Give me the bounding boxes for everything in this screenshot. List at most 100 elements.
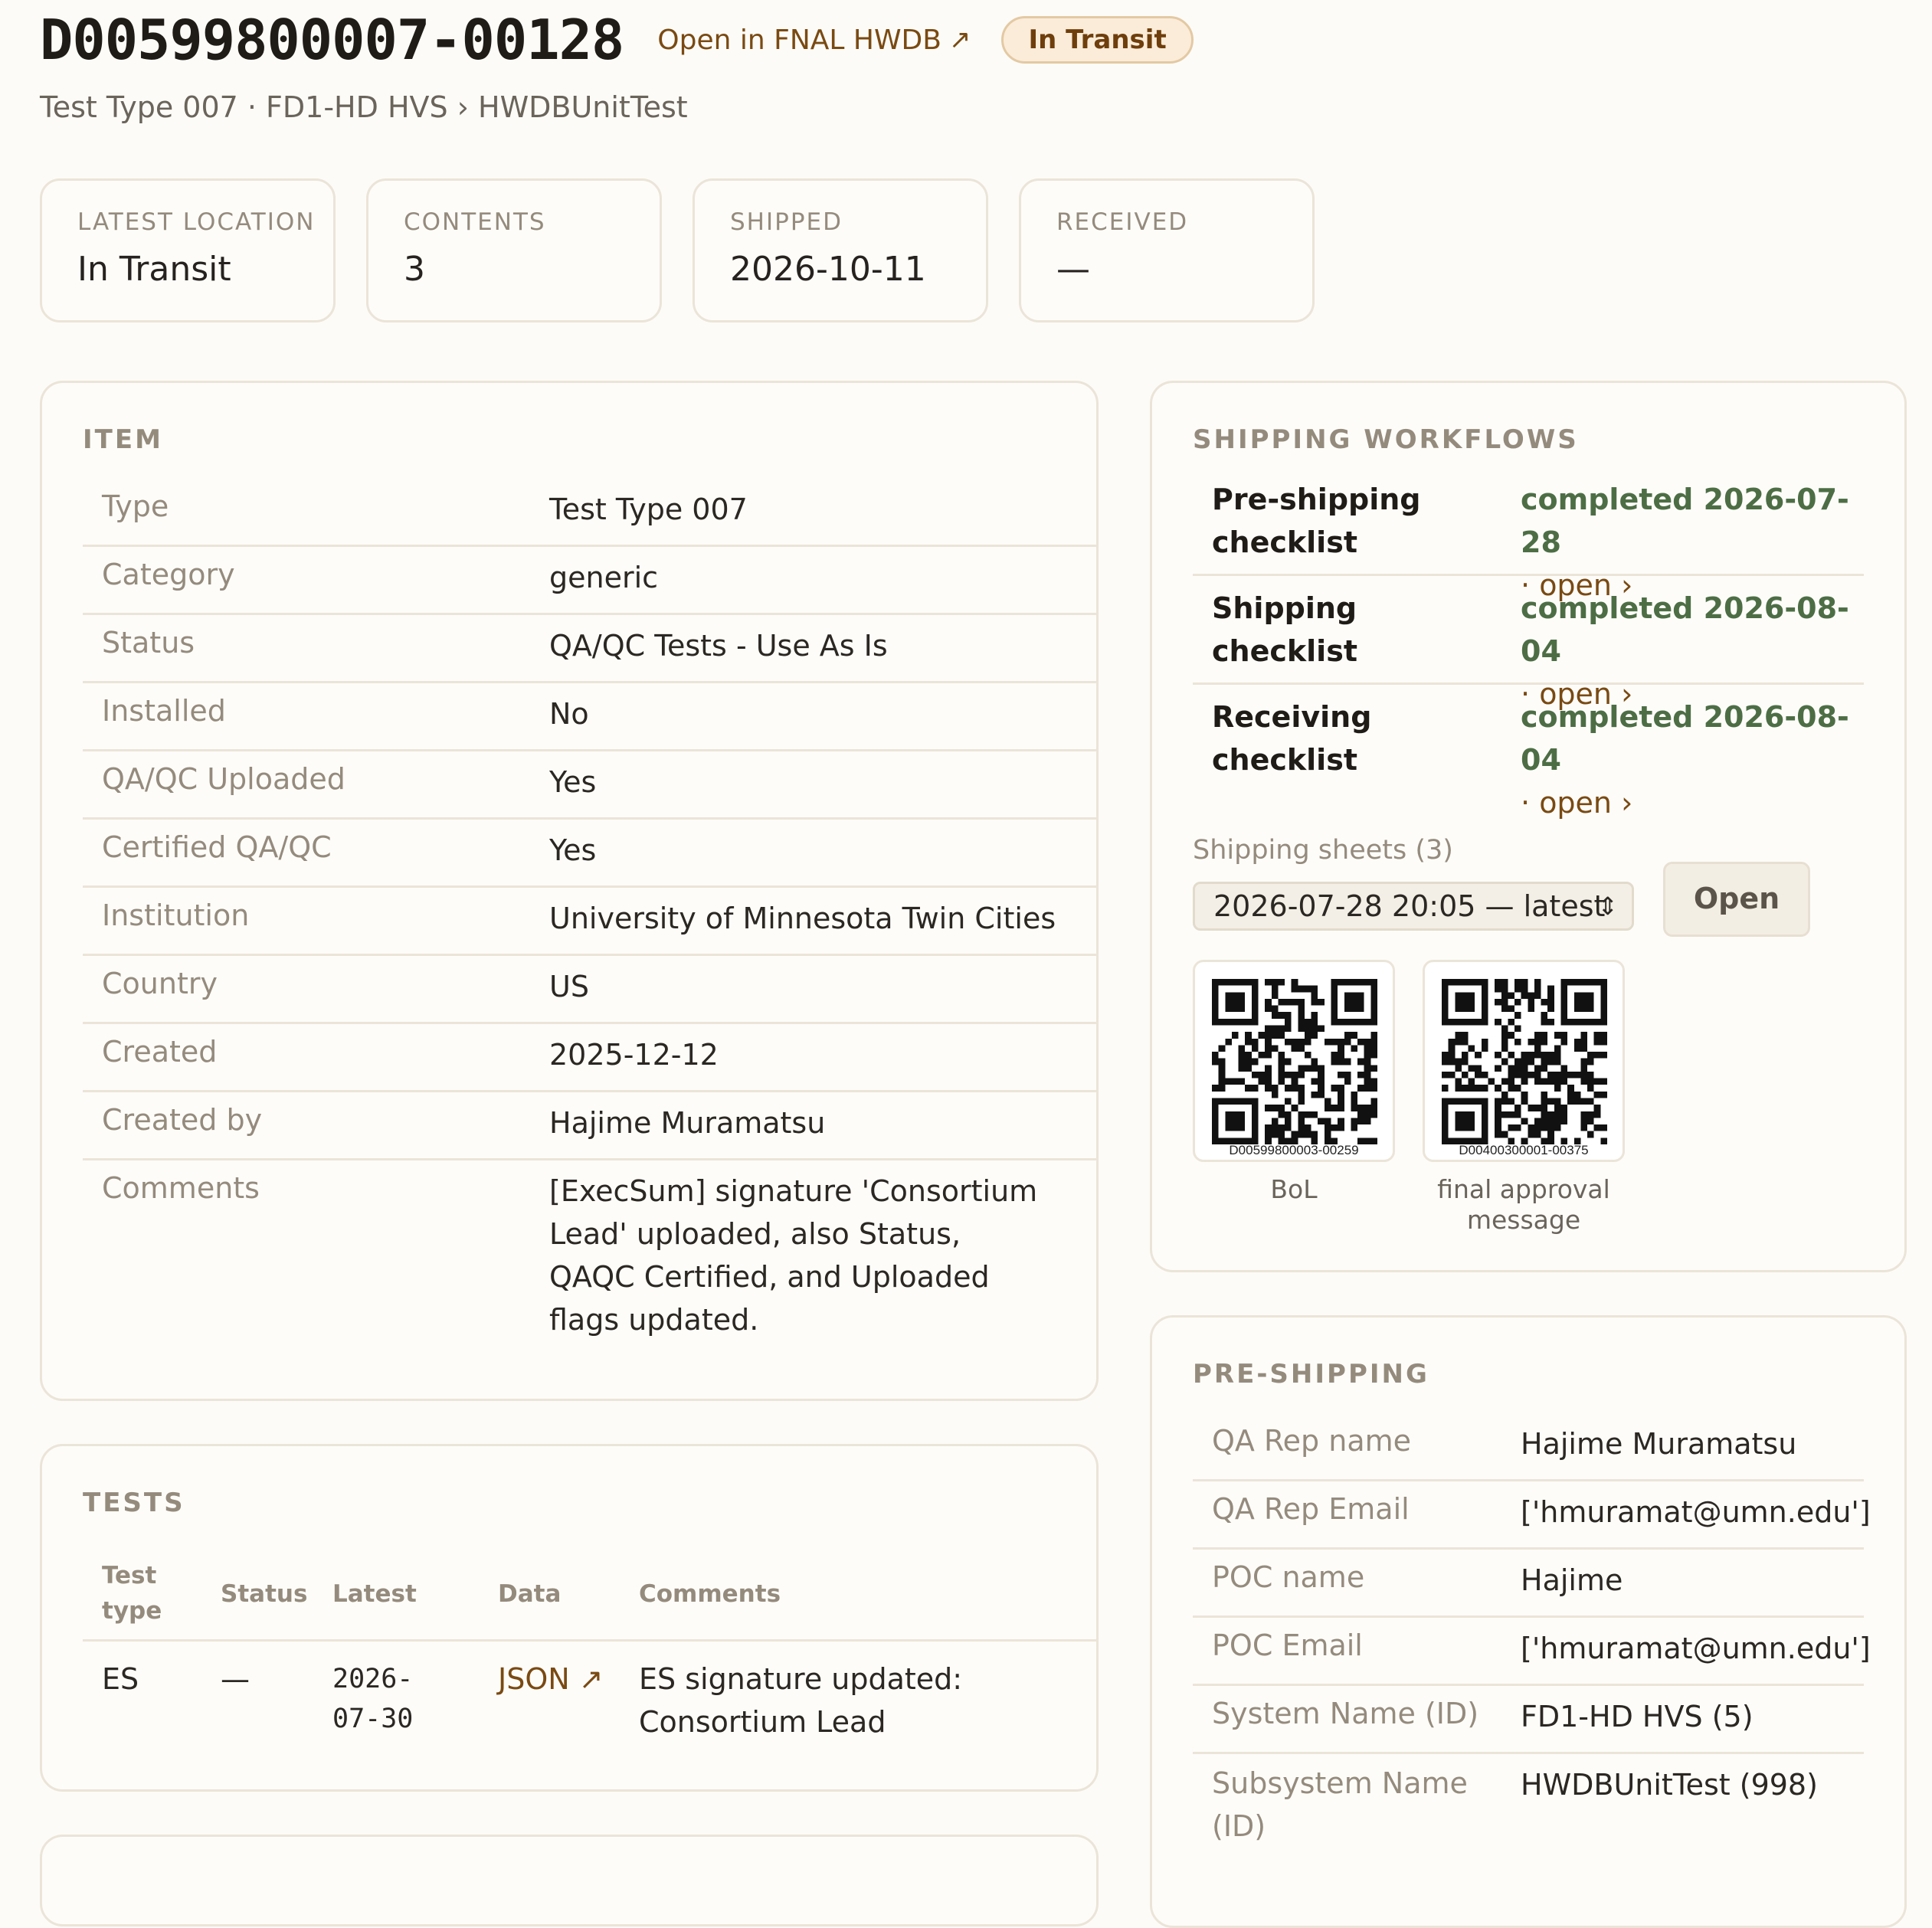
table-row: Status QA/QC Tests - Use As Is — [83, 615, 1099, 683]
table-row: Installed No — [83, 683, 1099, 751]
stat-value: 2026-10-11 — [730, 250, 926, 289]
row-value: Test Type 007 — [549, 493, 748, 526]
row-key: Status — [102, 626, 195, 660]
open-sheet-button[interactable]: Open — [1663, 862, 1810, 937]
workflow-row-receiving: Receiving checklist completed 2026-08-04… — [1193, 685, 1864, 820]
row-value: 2025-12-12 — [549, 1038, 719, 1072]
qr-caption: final approval message — [1437, 1174, 1610, 1235]
table-row: System Name (ID) FD1-HD HVS (5) — [1193, 1686, 1864, 1754]
row-value: QA/QC Tests - Use As Is — [549, 629, 888, 663]
table-divider — [83, 1639, 1099, 1642]
row-key: Comments — [102, 1171, 260, 1205]
test-type-cell: ES — [102, 1662, 139, 1696]
row-value: ['hmuramat@umn.edu'] — [1521, 1632, 1871, 1665]
qr-card-bol[interactable]: D00599800003-00259 — [1193, 960, 1395, 1162]
table-row: Institution University of Minnesota Twin… — [83, 888, 1099, 956]
row-key: Certified QA/QC — [102, 830, 332, 864]
json-data-link[interactable]: JSON ↗ — [498, 1658, 604, 1701]
workflow-completed-text: completed 2026-08-04 — [1521, 700, 1849, 777]
row-key: Created by — [102, 1103, 263, 1137]
stat-value: In Transit — [77, 250, 231, 289]
row-value: No — [549, 697, 589, 731]
shipping-workflows-panel: SHIPPING WORKFLOWS Pre-shipping checklis… — [1150, 381, 1907, 1272]
test-latest-cell: 2026-07-30 — [332, 1664, 414, 1734]
stat-label: LATEST LOCATION — [77, 208, 316, 236]
column-header-latest: Latest — [332, 1580, 417, 1608]
table-row: Type Test Type 007 — [83, 479, 1099, 547]
workflow-name: Receiving checklist — [1212, 700, 1372, 777]
breadcrumb: Test Type 007 · FD1-HD HVS › HWDBUnitTes… — [40, 90, 688, 124]
workflow-name: Pre-shipping checklist — [1212, 483, 1421, 559]
stat-label: RECEIVED — [1056, 208, 1189, 236]
row-value: Hajime Muramatsu — [1521, 1427, 1797, 1461]
table-row: Subsystem Name (ID) HWDBUnitTest (998) — [1193, 1754, 1864, 1869]
shipping-sheets-label: Shipping sheets (3) — [1193, 835, 1453, 866]
shipping-workflows-title: SHIPPING WORKFLOWS — [1193, 424, 1579, 455]
page-title: D00599800007-00128 — [40, 8, 624, 72]
status-badge: In Transit — [1001, 16, 1194, 64]
workflow-open-link[interactable]: open › — [1539, 786, 1632, 820]
tests-panel: TESTS Test type Status Latest Data Comme… — [40, 1444, 1099, 1792]
external-link-label: Open in FNAL HWDB — [657, 24, 941, 56]
row-key: POC name — [1212, 1560, 1365, 1594]
row-value: HWDBUnitTest (998) — [1521, 1768, 1818, 1802]
workflow-row-pre-shipping: Pre-shipping checklist completed 2026-07… — [1193, 467, 1864, 602]
chevron-up-down-icon: ⇕ — [1597, 892, 1618, 921]
next-panel — [40, 1835, 1099, 1926]
test-status-cell: — — [221, 1662, 250, 1696]
qr-card-final-approval[interactable]: D00400300001-00375 — [1423, 960, 1625, 1162]
open-in-fnal-hwdb-link[interactable]: Open in FNAL HWDB ↗ — [657, 25, 971, 56]
pre-shipping-title: PRE-SHIPPING — [1193, 1359, 1429, 1390]
stat-card-received: RECEIVED — — [1019, 178, 1315, 322]
test-comments-cell: ES signature updated: Consortium Lead — [639, 1662, 963, 1739]
workflow-completed-text: completed 2026-08-04 — [1521, 591, 1849, 668]
table-row: POC name Hajime — [1193, 1550, 1864, 1618]
arrow-up-right-icon: ↗ — [948, 25, 971, 55]
table-row: POC Email ['hmuramat@umn.edu'] — [1193, 1618, 1871, 1686]
pre-shipping-panel: PRE-SHIPPING QA Rep name Hajime Muramats… — [1150, 1315, 1907, 1928]
item-panel: ITEM Type Test Type 007 Category generic… — [40, 381, 1099, 1401]
qr-code-icon — [1212, 979, 1377, 1144]
stat-value: — — [1056, 250, 1090, 289]
stat-card-contents: CONTENTS 3 — [366, 178, 662, 322]
row-key: QA Rep Email — [1212, 1492, 1410, 1526]
table-row: Category generic — [83, 547, 1099, 615]
row-value: Hajime Muramatsu — [549, 1106, 826, 1140]
row-key: Institution — [102, 899, 250, 932]
item-panel-title: ITEM — [83, 424, 163, 455]
row-value: US — [549, 970, 589, 1003]
qr-code-id: D00400300001-00375 — [1459, 1143, 1589, 1157]
row-key: Type — [102, 489, 169, 523]
table-row: Created by Hajime Muramatsu — [83, 1092, 1099, 1160]
workflow-completed-text: completed 2026-07-28 — [1521, 483, 1849, 559]
row-key: QA Rep name — [1212, 1424, 1412, 1458]
row-key: Created — [102, 1035, 218, 1069]
row-key: Category — [102, 558, 235, 591]
column-header-comments: Comments — [639, 1580, 781, 1608]
row-key: Installed — [102, 694, 226, 728]
table-row: QA/QC Uploaded Yes — [83, 751, 1099, 820]
column-header-data: Data — [498, 1580, 562, 1608]
stat-label: SHIPPED — [730, 208, 843, 236]
row-value: Hajime — [1521, 1563, 1623, 1597]
stat-value: 3 — [404, 250, 425, 289]
stat-card-latest-location: LATEST LOCATION In Transit — [40, 178, 336, 322]
row-key: POC Email — [1212, 1628, 1363, 1662]
row-key: System Name (ID) — [1212, 1697, 1479, 1730]
table-row: QA Rep Email ['hmuramat@umn.edu'] — [1193, 1481, 1871, 1550]
table-row: Created 2025-12-12 — [83, 1024, 1099, 1092]
workflow-status: completed 2026-08-04 · open › — [1521, 696, 1881, 824]
item-detail-page: D00599800007-00128 Open in FNAL HWDB ↗ I… — [0, 0, 1932, 1928]
stat-label: CONTENTS — [404, 208, 546, 236]
workflow-name: Shipping checklist — [1212, 591, 1357, 668]
page-header: D00599800007-00128 Open in FNAL HWDB ↗ I… — [40, 8, 1194, 72]
column-header-test-type: Test type — [102, 1562, 162, 1625]
workflow-separator: · — [1521, 786, 1531, 820]
row-key: QA/QC Uploaded — [102, 762, 345, 796]
table-row: Certified QA/QC Yes — [83, 820, 1099, 888]
row-key: Subsystem Name (ID) — [1212, 1766, 1468, 1843]
column-header-status: Status — [221, 1580, 308, 1608]
table-row: QA Rep name Hajime Muramatsu — [1193, 1413, 1864, 1481]
shipping-sheets-select[interactable]: 2026-07-28 20:05 — latest ⇕ — [1193, 882, 1634, 931]
qr-code-icon — [1442, 979, 1607, 1144]
